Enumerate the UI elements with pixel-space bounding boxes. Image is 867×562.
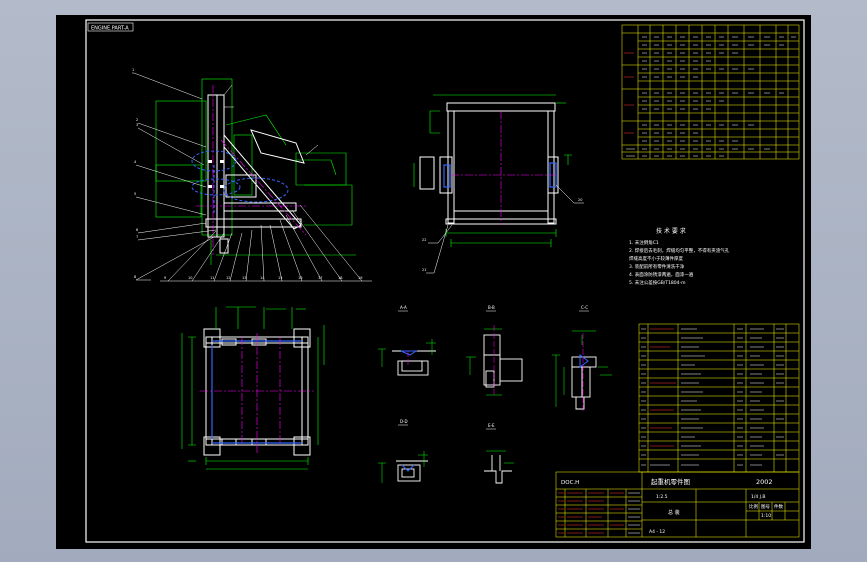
section-c: C-C: [552, 305, 612, 411]
block-cell-2: 1/4 J.B: [751, 494, 766, 500]
svg-text:15: 15: [278, 276, 282, 280]
notes-line-3: 焊缝高度不小于较薄件厚度: [629, 255, 683, 262]
lower-parts-list: [638, 323, 800, 473]
drawing-title-code: 2002: [756, 478, 773, 486]
svg-text:14: 14: [260, 276, 265, 280]
corner-tag: ENGINE.PART-A: [91, 26, 129, 32]
svg-text:12: 12: [226, 276, 230, 280]
block-cell-3: 比例: [749, 503, 758, 510]
notes-line-5: 4. 表面涂防锈漆两遍，面漆一遍: [629, 271, 694, 278]
svg-text:7: 7: [136, 235, 138, 239]
section-b: B-B: [466, 305, 523, 396]
notes-line-4: 3. 装配前所有零件清洗干净: [629, 263, 685, 270]
svg-text:20: 20: [578, 198, 582, 202]
svg-text:18: 18: [338, 276, 342, 280]
section-c-label: C-C: [581, 305, 588, 310]
notes-title: 技 术 要 求: [656, 227, 686, 235]
svg-text:4: 4: [134, 160, 137, 164]
svg-text:21: 21: [422, 268, 426, 272]
drawing-title: 起重机零件图: [651, 477, 690, 486]
svg-text:13: 13: [242, 276, 246, 280]
svg-text:19: 19: [358, 276, 362, 280]
svg-text:8: 8: [134, 275, 136, 279]
section-b-label: B-B: [488, 305, 495, 310]
foot-code: A4 - 12: [649, 529, 665, 535]
drawing-svg: ENGINE.PART-A 技 术 要 求 1. 未注倒角C1 2. 焊接后去毛…: [85, 19, 805, 543]
section-a: A-A: [378, 305, 436, 376]
notes-line-6: 5. 未注公差按GB/T1804-m: [629, 279, 686, 286]
svg-text:9: 9: [164, 276, 166, 280]
plan-view: [181, 306, 325, 470]
svg-text:2: 2: [136, 118, 138, 122]
cad-viewport: ENGINE.PART-A 技 术 要 求 1. 未注倒角C1 2. 焊接后去毛…: [0, 0, 867, 562]
drawing-canvas[interactable]: ENGINE.PART-A 技 术 要 求 1. 未注倒角C1 2. 焊接后去毛…: [56, 15, 811, 549]
svg-text:16: 16: [298, 276, 302, 280]
block-cell-1: 1:2.5: [656, 494, 668, 500]
svg-text:3: 3: [136, 123, 138, 127]
svg-text:17: 17: [318, 276, 322, 280]
section-e-label: E-E: [488, 423, 495, 428]
section-d: D-D: [378, 419, 428, 483]
main-view: [132, 72, 372, 282]
block-cell-5: 件数: [774, 503, 783, 510]
lower-list-entries: [641, 328, 784, 466]
block-label: 总 装: [668, 509, 680, 516]
section-e: E-E: [484, 423, 514, 484]
main-view-markers: [208, 160, 224, 188]
svg-text:10: 10: [188, 276, 192, 280]
block-cell-6: 1:10: [761, 513, 771, 519]
title-left: DOC.H: [561, 480, 579, 486]
svg-text:1: 1: [132, 68, 134, 72]
section-a-label: A-A: [400, 305, 407, 310]
side-view: [413, 94, 584, 274]
upper-table-entries: [626, 36, 796, 157]
section-d-label: D-D: [400, 419, 408, 424]
svg-text:5: 5: [134, 192, 136, 196]
svg-text:6: 6: [136, 228, 138, 232]
svg-text:11: 11: [210, 276, 214, 280]
technical-notes: 技 术 要 求 1. 未注倒角C1 2. 焊接后去毛刺，焊缝均匀平整，不得有夹渣…: [629, 227, 730, 286]
svg-text:22: 22: [422, 238, 426, 242]
block-cell-4: 图号: [761, 504, 770, 510]
notes-line-1: 1. 未注倒角C1: [629, 239, 659, 246]
notes-line-2: 2. 焊接后去毛刺，焊缝均匀平整，不得有夹渣气孔: [629, 247, 730, 254]
